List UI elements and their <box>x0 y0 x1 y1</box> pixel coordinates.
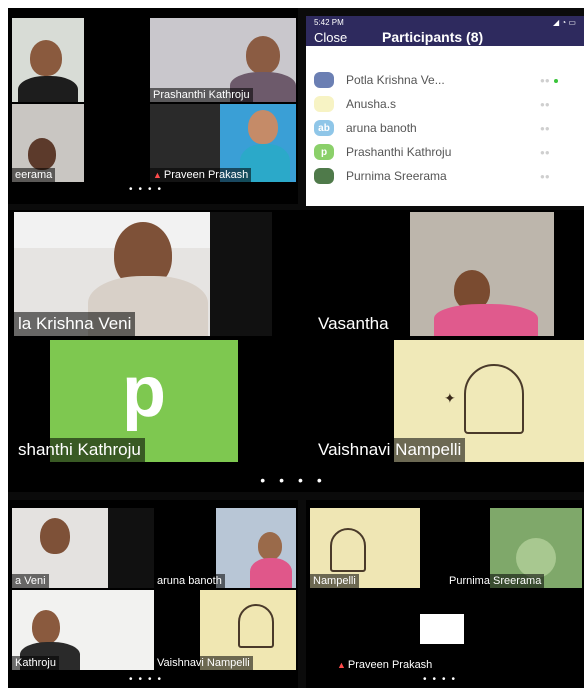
video-tile[interactable] <box>84 18 148 102</box>
participant-name-label: Nampelli <box>310 574 359 588</box>
participant-face <box>246 36 280 74</box>
participant-name-label: Prashanthi Kathroju <box>150 88 253 102</box>
participant-row-name: aruna banoth <box>346 121 417 135</box>
video-tile-prashanthi-avatar[interactable]: p shanthi Kathroju <box>14 340 272 462</box>
video-tile[interactable] <box>12 18 84 102</box>
video-tile-vaishnavi[interactable]: ✦ Vaishnavi Nampelli <box>314 340 584 462</box>
video-tile-praveen-off[interactable]: ▲ Praveen Prakash <box>334 592 550 672</box>
mic-muted-icon: ▲ <box>153 170 162 180</box>
participant-row-name: Anusha.s <box>346 97 397 111</box>
participant-name-label: shanthi Kathroju <box>14 438 145 462</box>
participant-name-label: la Krishna Veni <box>14 312 136 336</box>
participants-panel: 5:42 PM ◢ ◔ ▭ Close Participants (8) Pot… <box>306 16 584 206</box>
participant-name-label: ▲ Praveen Prakash <box>334 658 436 672</box>
bottom-left-video-grid: a Veni aruna banoth Kathroju Vaishnavi N… <box>8 500 298 688</box>
video-tile[interactable]: Kathroju <box>12 590 154 670</box>
participant-face <box>258 532 282 560</box>
birdcage <box>464 364 524 434</box>
participant-row-name: Purnima Sreerama <box>346 169 447 183</box>
video-tile[interactable]: Nampelli <box>310 508 444 588</box>
video-letterbox <box>108 508 154 588</box>
avatar: p <box>314 144 334 160</box>
participant-status: ●● <box>540 123 550 133</box>
participant-face <box>28 138 56 170</box>
participant-row[interactable]: p Prashanthi Kathroju ●● <box>306 140 584 164</box>
video-letterbox <box>210 212 272 336</box>
mic-muted-icon: ▲ <box>337 660 346 670</box>
bird-icon: ✦ <box>444 390 456 406</box>
participant-body <box>434 304 538 336</box>
video-tile-krishna-veni[interactable]: la Krishna Veni <box>14 212 272 336</box>
participant-row[interactable]: Purnima Sreerama ●● <box>306 164 584 188</box>
participant-status: ●● <box>540 171 550 181</box>
participant-name-label: Purnima Sreerama <box>446 574 545 588</box>
status-icons: ◢ ◔ ▭ <box>553 18 576 27</box>
plant <box>516 538 556 578</box>
page-indicator-dots[interactable]: •••• <box>118 674 178 685</box>
participant-face <box>30 40 62 76</box>
video-tile-prashanthi[interactable]: Prashanthi Kathroju <box>150 18 296 102</box>
camera-off-placeholder <box>420 614 464 644</box>
video-tile[interactable]: Vaishnavi Nampelli <box>154 590 296 670</box>
participant-row-name: Prashanthi Kathroju <box>346 145 452 159</box>
participant-body <box>250 558 292 588</box>
participant-name-label: Vasantha <box>314 312 393 336</box>
online-indicator <box>553 78 558 83</box>
participant-name-text: Praveen Prakash <box>347 659 433 671</box>
participant-face <box>40 518 70 554</box>
close-button[interactable]: Close <box>314 30 347 45</box>
bottom-right-video-grid: Nampelli Purnima Sreerama ▲ Praveen Praka… <box>306 500 584 688</box>
participant-name-label: Kathroju <box>12 656 59 670</box>
participant-status: ●● <box>540 147 550 157</box>
participants-header: 5:42 PM ◢ ◔ ▭ Close Participants (8) <box>306 16 584 46</box>
video-tile-vasantha[interactable]: Vasantha <box>314 212 584 336</box>
participant-row[interactable]: Anusha.s ●● <box>306 92 584 116</box>
participant-name-label: aruna banoth <box>154 574 225 588</box>
page-indicator-dots[interactable]: •••• <box>118 184 178 195</box>
birdcage <box>330 528 366 572</box>
participant-name-label: ▲ Praveen Prakash <box>150 168 252 182</box>
participant-name-label: Vaishnavi Nampelli <box>154 656 253 670</box>
participant-name-label: Vaishnavi Nampelli <box>314 438 466 462</box>
avatar <box>314 168 334 184</box>
video-tile[interactable]: aruna banoth <box>154 508 296 588</box>
participant-face <box>32 610 60 644</box>
main-video-grid: la Krishna Veni Vasantha p shanthi Kathr… <box>8 210 584 492</box>
avatar <box>314 96 334 112</box>
status-time: 5:42 PM <box>314 18 344 27</box>
video-tile[interactable] <box>84 104 148 182</box>
page-indicator-dots[interactable]: •••• <box>238 472 358 488</box>
avatar: ab <box>314 120 334 136</box>
participant-body <box>18 76 78 102</box>
avatar <box>314 72 334 88</box>
top-video-grid: Prashanthi Kathroju eerama ▲ Praveen Prak… <box>8 8 298 204</box>
participant-name-label: eerama <box>12 168 56 182</box>
birdcage <box>238 604 274 648</box>
page-indicator-dots[interactable]: •••• <box>412 674 472 685</box>
video-tile-eerama[interactable]: eerama <box>12 104 84 182</box>
participant-row[interactable]: Potla Krishna Ve... ●● <box>306 68 584 92</box>
video-tile-praveen[interactable]: ▲ Praveen Prakash <box>150 104 296 182</box>
participant-name-label: a Veni <box>12 574 49 588</box>
avatar-letter: p <box>122 352 166 432</box>
participant-row[interactable]: ab aruna banoth ●● <box>306 116 584 140</box>
video-tile[interactable]: a Veni <box>12 508 154 588</box>
participant-name-text: Praveen Prakash <box>163 169 249 181</box>
participant-row-name: Potla Krishna Ve... <box>346 73 445 87</box>
participants-title: Participants (8) <box>382 29 484 45</box>
participant-face <box>248 110 278 144</box>
participant-status: ●● <box>540 99 550 109</box>
participant-status: ●● <box>540 76 558 85</box>
video-tile[interactable]: Purnima Sreerama <box>446 508 582 588</box>
participant-status-icons: ●● <box>540 75 550 85</box>
